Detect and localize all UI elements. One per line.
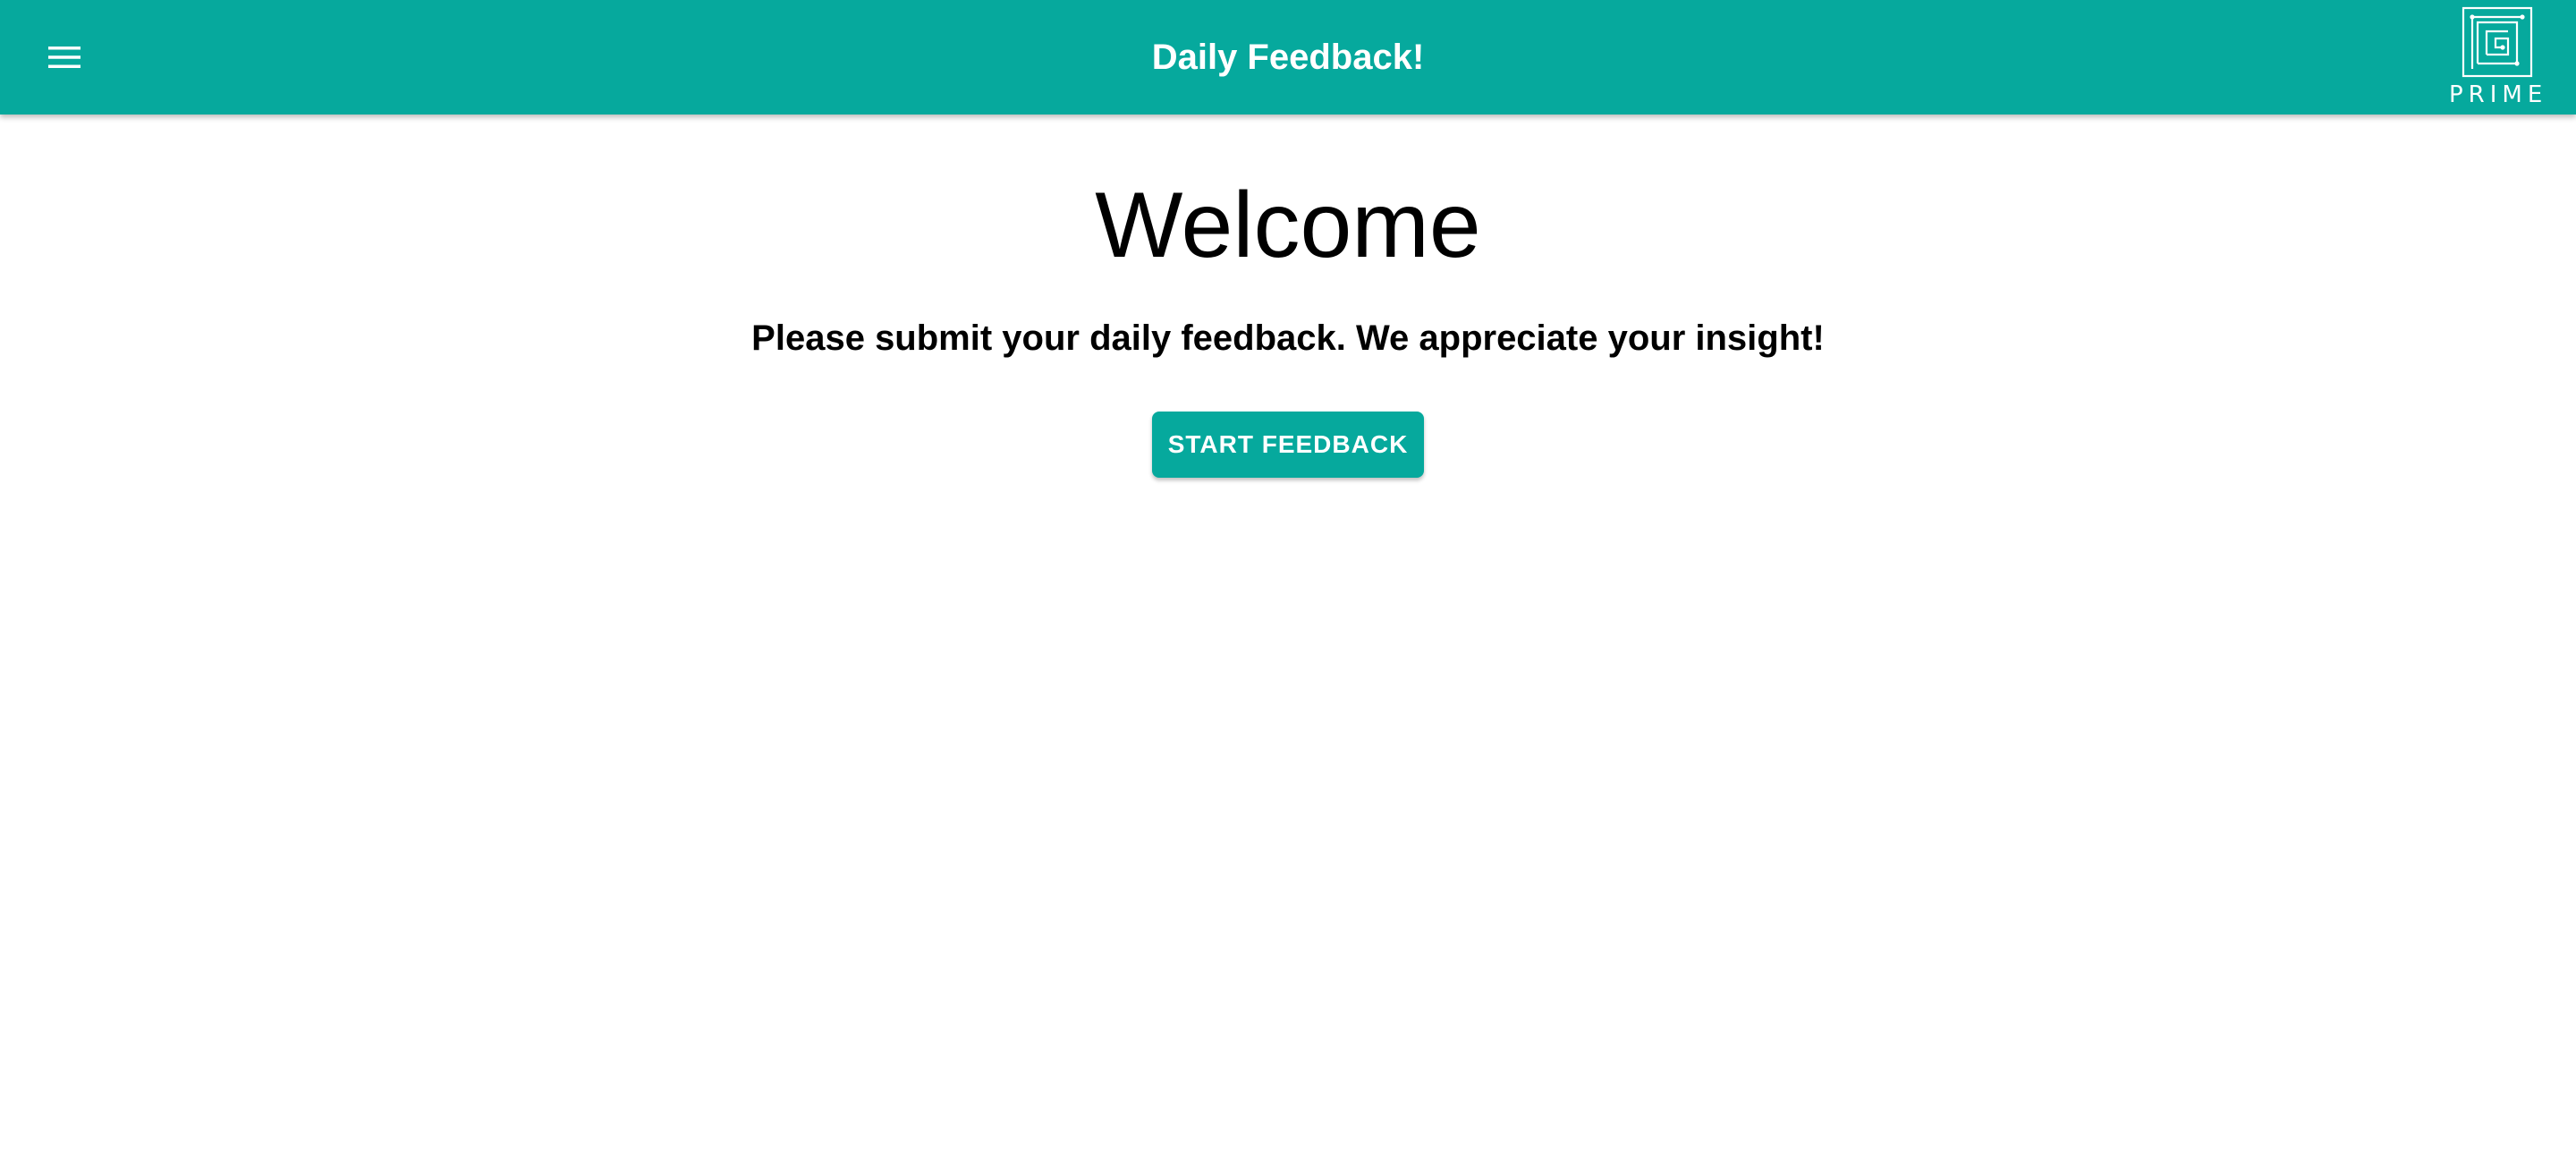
main-content: Welcome Please submit your daily feedbac… [0, 115, 2576, 478]
prime-logo-mark-icon [2462, 6, 2533, 78]
prime-logo: PRIME [2444, 6, 2548, 108]
start-feedback-button[interactable]: START FEEDBACK [1152, 412, 1424, 478]
welcome-heading: Welcome [1095, 174, 1481, 277]
app-bar: Daily Feedback! PRIME [0, 0, 2576, 115]
welcome-subtitle: Please submit your daily feedback. We ap… [751, 318, 1825, 358]
app-title: Daily Feedback! [1151, 38, 1425, 77]
logo-wordmark: PRIME [2449, 81, 2548, 108]
